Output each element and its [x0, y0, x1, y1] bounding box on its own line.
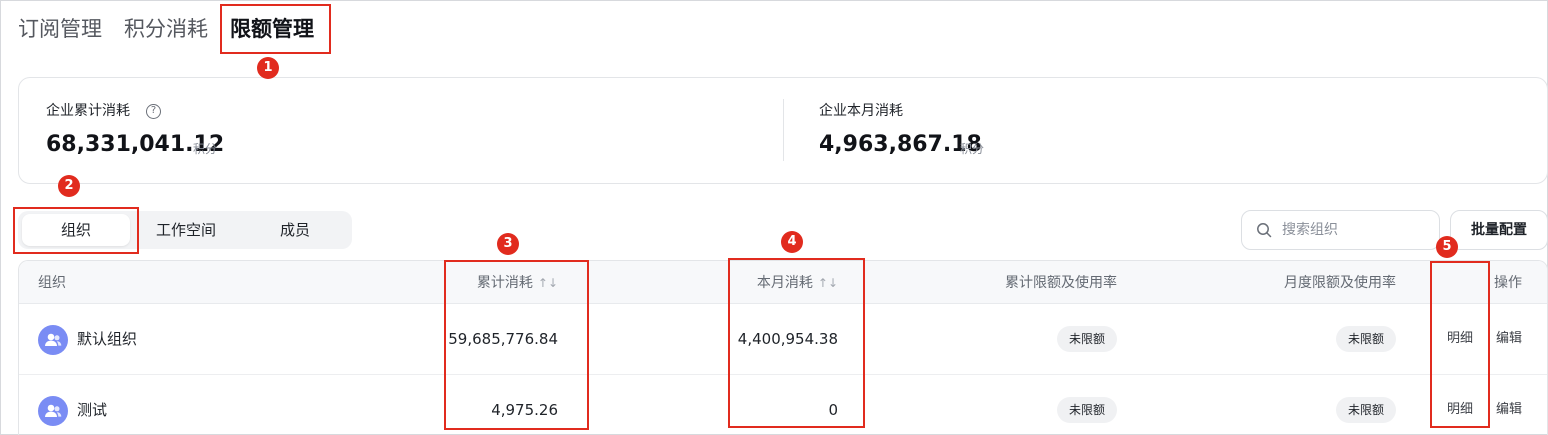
- tab-subscription[interactable]: 订阅管理: [18, 14, 102, 44]
- total-limit-badge: 未限额: [1056, 326, 1117, 352]
- annotation-badge-5: 5: [1436, 236, 1458, 258]
- org-avatar: [38, 396, 68, 426]
- annotation-box-3: [444, 260, 589, 430]
- annotation-box-2: [13, 207, 139, 254]
- col-month-limit: 月度限额及使用率: [1284, 275, 1396, 291]
- question-circle-icon[interactable]: ?: [146, 104, 161, 119]
- annotation-box-5: [1430, 261, 1490, 428]
- annotation-badge-4: 4: [781, 231, 803, 253]
- total-consumption-unit: 积分: [193, 142, 218, 156]
- org-name: 测试: [77, 401, 108, 419]
- total-consumption-label: 企业累计消耗: [46, 103, 130, 119]
- total-limit-badge: 未限额: [1056, 397, 1117, 423]
- annotation-badge-1: 1: [257, 57, 279, 79]
- group-icon: [45, 404, 62, 417]
- col-total-limit: 累计限额及使用率: [1005, 275, 1117, 291]
- segment-workspace[interactable]: 工作空间: [132, 214, 240, 246]
- group-icon: [45, 333, 62, 346]
- org-avatar: [38, 325, 68, 355]
- annotation-box-4: [728, 258, 865, 428]
- month-consumption-value: 4,963,867.18: [819, 132, 982, 157]
- month-consumption-unit: 积分: [960, 142, 985, 156]
- segment-member[interactable]: 成员: [242, 214, 348, 246]
- month-limit-badge: 未限额: [1335, 326, 1396, 352]
- org-name: 默认组织: [77, 330, 138, 348]
- month-consumption-label: 企业本月消耗: [819, 103, 903, 119]
- search-icon: [1257, 223, 1272, 238]
- annotation-badge-3: 3: [497, 233, 519, 255]
- batch-config-button[interactable]: 批量配置: [1450, 210, 1548, 250]
- month-limit-badge: 未限额: [1335, 397, 1396, 423]
- edit-link[interactable]: 编辑: [1496, 330, 1522, 348]
- search-box[interactable]: [1241, 210, 1440, 250]
- col-organization: 组织: [38, 275, 66, 291]
- stats-divider: [783, 99, 784, 161]
- edit-link[interactable]: 编辑: [1496, 401, 1522, 419]
- tab-points-consumption[interactable]: 积分消耗: [124, 14, 208, 44]
- annotation-box-1: [220, 4, 331, 54]
- annotation-badge-2: 2: [58, 175, 80, 197]
- search-input[interactable]: [1282, 220, 1432, 240]
- col-actions: 操作: [1494, 275, 1522, 291]
